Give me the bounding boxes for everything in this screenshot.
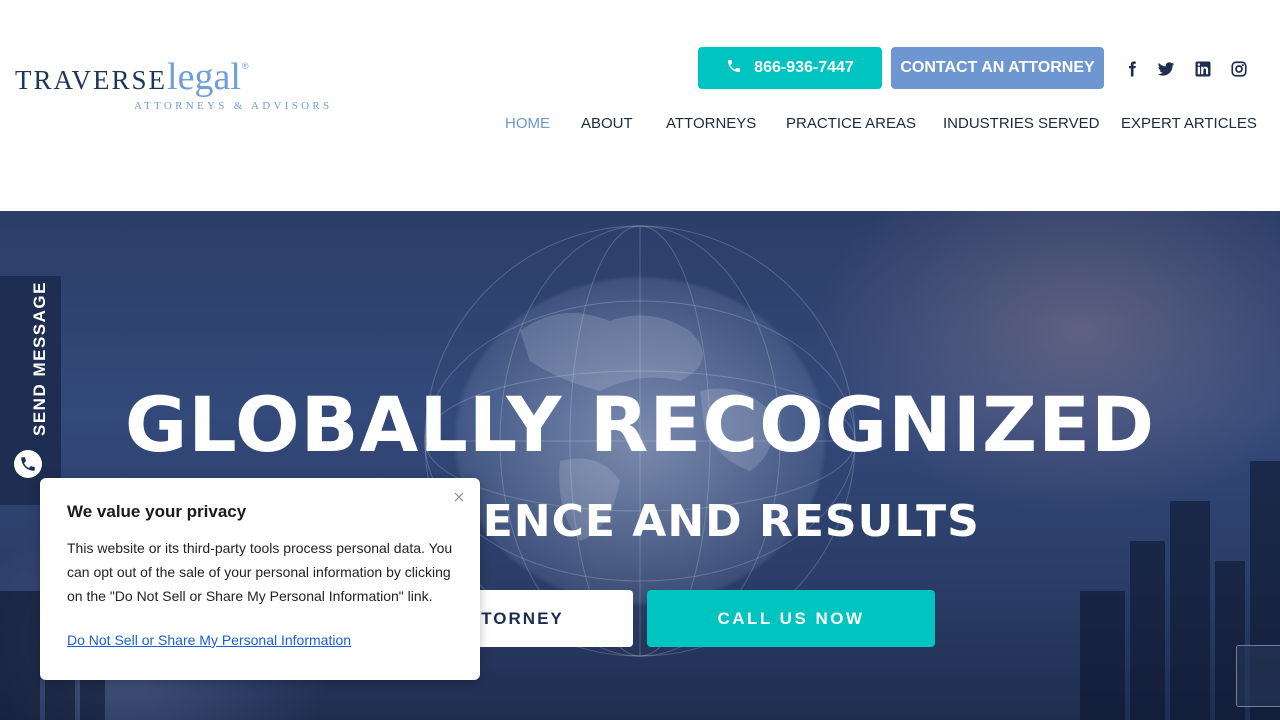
facebook-icon[interactable]: [1122, 59, 1142, 79]
nav-industries-served[interactable]: INDUSTRIES SERVED: [943, 115, 1099, 133]
logo-wordmark: TRAVERSElegal®: [15, 58, 249, 96]
phone-number: 866-936-7447: [754, 59, 854, 76]
site-header: TRAVERSElegal® ATTORNEYS & ADVISORS 866-…: [0, 0, 1280, 211]
logo-registered-mark: ®: [241, 61, 249, 71]
close-icon[interactable]: [450, 488, 468, 506]
recaptcha-badge[interactable]: [1236, 645, 1280, 707]
phone-button[interactable]: 866-936-7447: [698, 47, 882, 89]
send-message-tab[interactable]: SEND MESSAGE: [0, 276, 61, 505]
logo-word-legal: legal: [167, 56, 241, 98]
nav-about[interactable]: ABOUT: [581, 115, 633, 133]
logo-word-traverse: TRAVERSE: [15, 65, 168, 95]
twitter-icon[interactable]: [1156, 59, 1176, 79]
logo[interactable]: TRAVERSElegal® ATTORNEYS & ADVISORS: [15, 58, 329, 116]
linkedin-icon[interactable]: [1193, 59, 1213, 79]
do-not-sell-link[interactable]: Do Not Sell or Share My Personal Informa…: [67, 632, 351, 648]
instagram-icon[interactable]: [1229, 59, 1249, 79]
send-message-label: SEND MESSAGE: [30, 281, 49, 436]
nav-practice-areas[interactable]: PRACTICE AREAS: [786, 115, 916, 133]
hero-title: GLOBALLY RECOGNIZED: [124, 380, 1156, 469]
contact-attorney-button[interactable]: CONTACT AN ATTORNEY: [891, 47, 1104, 89]
nav-expert-articles[interactable]: EXPERT ARTICLES: [1121, 115, 1257, 133]
privacy-title: We value your privacy: [67, 502, 247, 521]
nav-attorneys[interactable]: ATTORNEYS: [666, 115, 756, 133]
phone-chat-icon: [14, 450, 42, 478]
nav-home[interactable]: HOME: [505, 115, 550, 133]
privacy-popup: We value your privacy This website or it…: [40, 478, 480, 680]
hero-call-us-now-button[interactable]: CALL US NOW: [647, 590, 935, 647]
privacy-body: This website or its third-party tools pr…: [67, 540, 453, 604]
logo-tagline: ATTORNEYS & ADVISORS: [134, 100, 333, 112]
phone-icon: [726, 58, 742, 79]
